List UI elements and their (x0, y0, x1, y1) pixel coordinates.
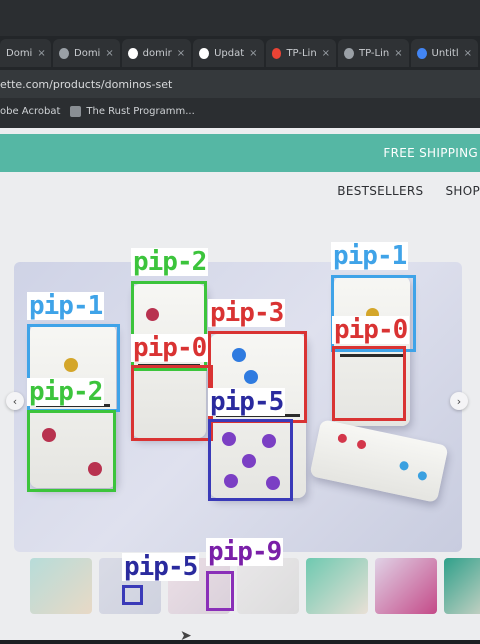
detection-box (131, 365, 213, 441)
gmail-icon (271, 47, 282, 59)
detection-label: pip-0 (131, 333, 209, 363)
detection-label: pip-2 (131, 247, 209, 277)
bookmark-label: obe Acrobat (0, 105, 61, 117)
pip (356, 439, 367, 450)
globe-icon (59, 47, 69, 59)
chevron-right-icon: › (456, 394, 462, 408)
tab-label: TP-Lin (286, 47, 317, 59)
tab-label: Updat (214, 47, 245, 59)
tab-strip: Domi × Domi × domir × Updat × TP-Lin × TP-Lin × Unti… (0, 36, 480, 70)
browser-tab[interactable]: Updat × (193, 39, 264, 67)
detection-box (27, 410, 116, 492)
close-icon[interactable]: × (249, 48, 257, 59)
pip (398, 460, 410, 472)
thumbnail[interactable] (306, 558, 368, 614)
browser-tab[interactable]: Untitl × (410, 39, 478, 67)
chevron-left-icon: ‹ (12, 394, 18, 408)
detection-label: pip-5 (122, 552, 200, 582)
tab-label: domir (142, 47, 172, 59)
browser-tab[interactable]: TP-Lin × (265, 39, 337, 67)
site-nav: BESTSELLERS SHOP (0, 176, 480, 206)
domino-tile (309, 419, 449, 503)
github-icon (199, 47, 210, 59)
detection-box (122, 585, 143, 605)
browser-tab[interactable]: Domi × (0, 39, 52, 67)
detection-label: pip-5 (208, 387, 286, 417)
close-icon[interactable]: × (37, 48, 45, 59)
thumbnail[interactable] (375, 558, 437, 614)
close-icon[interactable]: × (177, 48, 185, 59)
nav-shop[interactable]: SHOP (445, 184, 480, 198)
free-shipping-banner: FREE SHIPPING (0, 134, 480, 172)
thumbnail[interactable] (30, 558, 92, 614)
detection-box (206, 571, 234, 611)
book-icon (70, 105, 82, 117)
tab-label: TP-Lin (358, 47, 390, 59)
close-icon[interactable]: × (394, 48, 402, 59)
detection-label: pip-0 (332, 315, 410, 345)
detection-label: pip-2 (27, 377, 105, 407)
address-url: ette.com/products/dominos-set (0, 77, 173, 91)
globe-icon (344, 47, 354, 59)
thumbnail[interactable] (444, 558, 480, 614)
detection-box (208, 419, 293, 501)
tab-label: Domi (6, 47, 33, 59)
tab-label: Domi (74, 47, 101, 59)
carousel-prev-button[interactable]: ‹ (6, 392, 24, 410)
detection-label: pip-1 (331, 241, 409, 271)
detection-label: pip-9 (206, 537, 284, 567)
close-icon[interactable]: × (464, 48, 472, 59)
github-icon (127, 47, 138, 59)
bookmarks-bar: obe Acrobat The Rust Programm... (0, 98, 480, 124)
carousel-next-button[interactable]: › (450, 392, 468, 410)
browser-chrome: Domi × Domi × domir × Updat × TP-Lin × TP-Lin × Unti… (0, 0, 480, 128)
close-icon[interactable]: × (105, 48, 113, 59)
detection-label: pip-1 (27, 291, 105, 321)
browser-tab[interactable]: TP-Lin × (338, 39, 409, 67)
browser-tab[interactable]: domir × (121, 39, 192, 67)
close-icon[interactable]: × (322, 48, 330, 59)
bookmark-acrobat[interactable]: obe Acrobat (0, 106, 60, 117)
detection-box (332, 346, 406, 421)
browser-tab[interactable]: Domi × (53, 39, 120, 67)
bookmark-label: The Rust Programm... (86, 105, 195, 117)
banner-text: FREE SHIPPING (383, 146, 478, 160)
docs-icon (416, 47, 427, 59)
mouse-cursor-icon: ➤ (180, 628, 192, 644)
address-bar[interactable]: ette.com/products/dominos-set (0, 70, 480, 98)
bookmark-rust-book[interactable]: The Rust Programm... (70, 105, 195, 117)
nav-bestsellers[interactable]: BESTSELLERS (337, 184, 423, 198)
pip (417, 470, 428, 482)
tab-label: Untitl (431, 47, 459, 59)
detection-label: pip-3 (208, 298, 286, 328)
pip (337, 433, 348, 444)
